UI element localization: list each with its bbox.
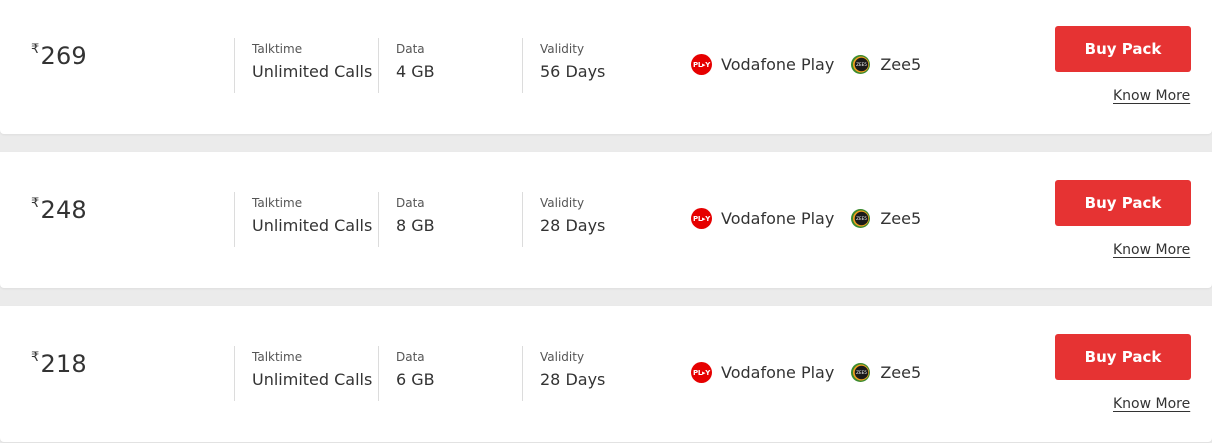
plan-card: ₹269 Talktime Unlimited Calls Data 4 GB … [0,0,1212,134]
talktime-value: Unlimited Calls [252,62,373,81]
talktime-block: Talktime Unlimited Calls [234,192,372,247]
benefit-vodafone-play: PL▸Y Vodafone Play [691,208,834,229]
vodafone-play-icon: PL▸Y [691,362,712,383]
benefit-label: Zee5 [880,55,922,74]
validity-value: 28 Days [540,216,606,235]
data-value: 8 GB [396,216,435,235]
benefit-vodafone-play: PL▸Y Vodafone Play [691,362,834,383]
buy-pack-button[interactable]: Buy Pack [1055,180,1191,226]
benefit-zee5: ZEE5 Zee5 [850,208,921,229]
plan-price: ₹269 [31,42,87,70]
talktime-label: Talktime [252,42,303,56]
vodafone-play-icon: PL▸Y [691,208,712,229]
benefits-list: PL▸Y Vodafone Play ZEE5 Zee5 [691,208,937,229]
data-label: Data [396,42,425,56]
rupee-symbol: ₹ [31,196,40,211]
svg-text:ZEE5: ZEE5 [856,62,867,67]
validity-block: Validity 28 Days [522,346,605,401]
know-more-link[interactable]: Know More [1113,242,1190,258]
benefit-vodafone-play: PL▸Y Vodafone Play [691,54,834,75]
benefits-list: PL▸Y Vodafone Play ZEE5 Zee5 [691,54,937,75]
talktime-block: Talktime Unlimited Calls [234,38,372,93]
svg-text:ZEE5: ZEE5 [856,216,867,221]
data-label: Data [396,350,425,364]
know-more-link[interactable]: Know More [1113,396,1190,412]
price-value: 248 [40,196,87,224]
benefit-label: Vodafone Play [721,363,835,382]
data-value: 6 GB [396,370,435,389]
validity-block: Validity 28 Days [522,192,605,247]
vodafone-play-icon: PL▸Y [691,54,712,75]
validity-label: Validity [540,196,585,210]
benefit-label: Vodafone Play [721,55,835,74]
price-value: 269 [40,42,87,70]
data-block: Data 8 GB [378,192,435,247]
price-value: 218 [40,350,87,378]
data-block: Data 6 GB [378,346,435,401]
svg-text:ZEE5: ZEE5 [856,370,867,375]
talktime-label: Talktime [252,350,303,364]
rupee-symbol: ₹ [31,42,40,57]
zee5-icon: ZEE5 [851,209,871,228]
rupee-symbol: ₹ [31,350,40,365]
buy-pack-button[interactable]: Buy Pack [1055,334,1191,380]
plan-price: ₹248 [31,196,87,224]
validity-value: 56 Days [540,62,606,81]
plan-card: ₹248 Talktime Unlimited Calls Data 8 GB … [0,152,1212,288]
validity-label: Validity [540,350,585,364]
benefit-label: Zee5 [880,209,922,228]
talktime-block: Talktime Unlimited Calls [234,346,372,401]
validity-label: Validity [540,42,585,56]
talktime-label: Talktime [252,196,303,210]
plan-price: ₹218 [31,350,87,378]
validity-value: 28 Days [540,370,606,389]
benefits-list: PL▸Y Vodafone Play ZEE5 Zee5 [691,362,937,383]
plan-card: ₹218 Talktime Unlimited Calls Data 6 GB … [0,306,1212,442]
talktime-value: Unlimited Calls [252,216,373,235]
benefit-label: Zee5 [880,363,922,382]
benefit-zee5: ZEE5 Zee5 [850,362,921,383]
zee5-icon: ZEE5 [851,55,871,74]
talktime-value: Unlimited Calls [252,370,373,389]
benefit-zee5: ZEE5 Zee5 [850,54,921,75]
data-value: 4 GB [396,62,435,81]
data-label: Data [396,196,425,210]
zee5-icon: ZEE5 [851,363,871,382]
benefit-label: Vodafone Play [721,209,835,228]
data-block: Data 4 GB [378,38,435,93]
validity-block: Validity 56 Days [522,38,605,93]
buy-pack-button[interactable]: Buy Pack [1055,26,1191,72]
know-more-link[interactable]: Know More [1113,88,1190,104]
plan-list: ₹269 Talktime Unlimited Calls Data 4 GB … [0,0,1212,443]
